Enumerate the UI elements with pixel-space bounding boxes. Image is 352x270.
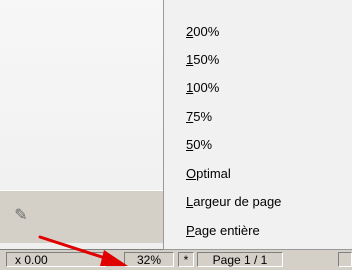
coordinates-field: x 0.00 bbox=[6, 252, 106, 267]
menu-item-label: 00% bbox=[193, 80, 220, 95]
mnemonic: P bbox=[186, 223, 195, 238]
zoom-field[interactable]: 32% bbox=[124, 252, 174, 267]
modified-flag: * bbox=[178, 252, 194, 267]
mnemonic: O bbox=[186, 166, 197, 181]
menu-item-label: argeur de page bbox=[193, 194, 282, 209]
menu-item-label: 0% bbox=[193, 137, 213, 152]
menu-item-whole-page[interactable]: Page entière bbox=[186, 221, 260, 241]
menu-item-label: ptimal bbox=[196, 166, 231, 181]
page-field: Page 1 / 1 bbox=[197, 252, 283, 267]
menu-item-label: 50% bbox=[193, 52, 220, 67]
menu-item-page-width[interactable]: Largeur de page bbox=[186, 192, 281, 212]
menu-item-150[interactable]: 150% bbox=[186, 50, 219, 70]
menu-item-label: 00% bbox=[193, 24, 220, 39]
menu-item-label: 5% bbox=[193, 109, 213, 124]
menu-item-100[interactable]: 100% bbox=[186, 78, 219, 98]
menu-item-75[interactable]: 75% bbox=[186, 107, 212, 127]
menu-item-50[interactable]: 50% bbox=[186, 135, 212, 155]
status-extra-field bbox=[338, 252, 352, 267]
menu-item-200[interactable]: 200% bbox=[186, 22, 219, 42]
tool-icon[interactable]: ✎ bbox=[10, 205, 32, 227]
menu-item-label: age entière bbox=[194, 223, 260, 238]
status-bar: x 0.00 32% * Page 1 / 1 bbox=[0, 249, 352, 270]
zoom-menu: 200% 150% 100% 75% 50% Optimal Largeur d… bbox=[163, 0, 352, 250]
menu-item-optimal[interactable]: Optimal bbox=[186, 164, 231, 184]
